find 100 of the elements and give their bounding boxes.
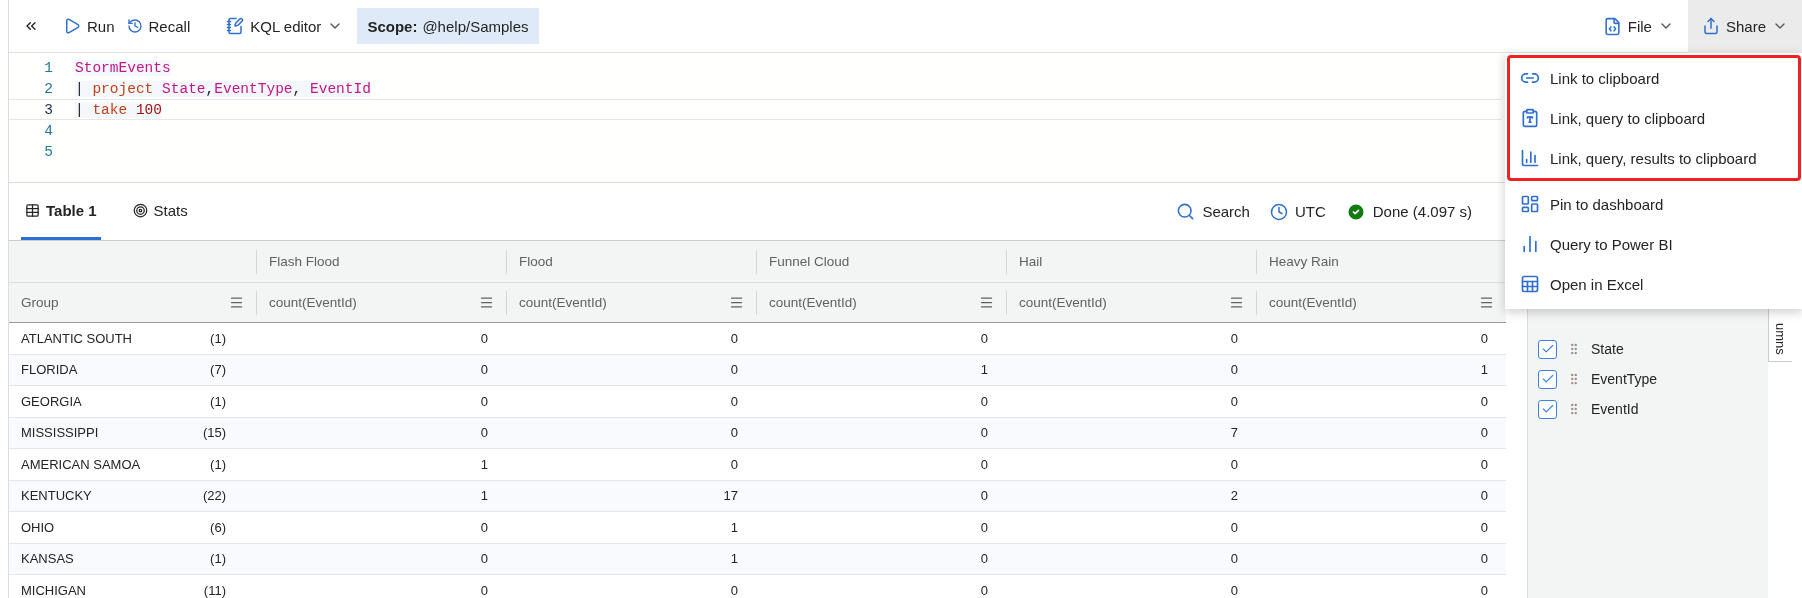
group-count: (6) <box>210 519 226 535</box>
line-number: 4 <box>43 122 53 139</box>
group-count: (7) <box>210 362 226 378</box>
group-name: MISSISSIPPI <box>21 425 99 441</box>
menu-item[interactable]: Pin to dashboard <box>1510 184 1798 224</box>
table-cell: 7 <box>1006 417 1256 449</box>
group-count: (1) <box>210 551 226 567</box>
editor-icon <box>226 17 245 35</box>
group-name: FLORIDA <box>21 362 78 378</box>
share-button[interactable]: Share <box>1687 0 1802 53</box>
column-menu-icon[interactable] <box>979 295 994 310</box>
group-name: OHIO <box>21 519 55 535</box>
column-menu-icon[interactable] <box>729 295 744 310</box>
editor-mode-dropdown[interactable]: KQL editor <box>216 8 354 44</box>
menu-item[interactable]: Link to clipboard <box>1510 58 1798 98</box>
spreadsheet-icon <box>1520 274 1540 294</box>
target-icon <box>132 202 148 218</box>
check-icon <box>1540 402 1555 416</box>
table-cell: 0 <box>1256 543 1506 575</box>
group-name: GEORGIA <box>21 393 82 409</box>
group-count: (1) <box>210 330 226 346</box>
group-name: ATLANTIC SOUTH <box>21 330 132 346</box>
menu-item[interactable]: Link, query to clipboard <box>1510 98 1798 138</box>
share-icon <box>1701 17 1720 35</box>
column-checkbox[interactable] <box>1538 369 1557 389</box>
table-cell: 17 <box>506 480 756 512</box>
table-cell: 2 <box>1006 480 1256 512</box>
clock-icon <box>1269 202 1288 221</box>
table-cell: 0 <box>256 354 506 386</box>
table-cell: 0 <box>756 543 1006 575</box>
group-name: MICHIGAN <box>21 582 86 598</box>
clipboard-icon <box>1520 108 1540 128</box>
column-menu-icon[interactable] <box>479 295 494 310</box>
table-icon <box>25 202 40 218</box>
code-text: | project State,EventType, EventId <box>75 80 371 97</box>
dashboard-icon <box>1520 194 1540 214</box>
header-cell: Heavy Rain <box>1256 241 1506 283</box>
header-cell: Flash Flood <box>256 241 506 283</box>
table-cell: 1 <box>256 480 506 512</box>
column-checkbox[interactable] <box>1538 399 1557 419</box>
table-cell: 0 <box>1006 354 1256 386</box>
table-cell: 0 <box>1006 543 1256 575</box>
table-cell: 1 <box>506 543 756 575</box>
chart-icon <box>1520 148 1540 168</box>
code-text: StormEvents <box>75 59 171 76</box>
header-cell: count(EventId) <box>256 283 506 323</box>
result-tab[interactable]: Stats <box>128 183 192 240</box>
menu-item[interactable]: Open in Excel <box>1510 264 1798 304</box>
group-count: (15) <box>202 425 226 441</box>
group-name: KENTUCKY <box>21 488 92 504</box>
play-icon <box>63 17 81 35</box>
group-count: (22) <box>202 488 226 504</box>
file-code-icon <box>1602 16 1622 36</box>
group-count: (11) <box>203 582 226 598</box>
status-check-icon <box>1345 201 1366 222</box>
code-text: | take 100 <box>75 101 163 118</box>
status-text: Done (4.097 s) <box>1372 203 1472 220</box>
table-cell: 1 <box>1256 354 1506 386</box>
column-label: State <box>1591 341 1624 357</box>
header-cell: Funnel Cloud <box>756 241 1006 283</box>
table-cell: 0 <box>506 354 756 386</box>
group-count: (1) <box>210 456 226 472</box>
scope-label: Scope: <box>367 17 418 35</box>
menu-item[interactable]: Link, query, results to clipboard <box>1510 138 1798 178</box>
header-cell: Flood <box>506 241 756 283</box>
check-icon <box>1540 372 1555 386</box>
header-cell: count(EventId) <box>506 283 756 323</box>
header-cell: count(EventId) <box>1256 283 1506 323</box>
table-cell: 0 <box>256 543 506 575</box>
table-cell: 0 <box>756 417 1006 449</box>
table-cell: 0 <box>756 480 1006 512</box>
header-cell: Group <box>9 283 256 323</box>
header-cell: Hail <box>1006 241 1256 283</box>
column-menu-icon[interactable] <box>1479 295 1494 310</box>
group-name: AMERICAN SAMOA <box>21 456 141 472</box>
column-menu-icon[interactable] <box>1229 295 1244 310</box>
scope-value: @help/Samples <box>422 17 529 35</box>
line-number: 3 <box>43 101 53 118</box>
line-number: 2 <box>43 80 53 97</box>
header-cell: count(EventId) <box>756 283 1006 323</box>
column-menu-icon[interactable] <box>229 295 244 310</box>
table-cell: 0 <box>1256 480 1506 512</box>
column-label: EventId <box>1591 401 1639 417</box>
timezone-button[interactable]: UTC <box>1269 202 1326 221</box>
column-checkbox[interactable] <box>1538 339 1557 359</box>
search-button[interactable]: Search <box>1176 202 1250 221</box>
line-number: 5 <box>43 143 53 160</box>
group-name: KANSAS <box>21 551 74 567</box>
bar-chart-icon <box>1520 234 1540 254</box>
column-label: EventType <box>1591 371 1658 387</box>
history-icon <box>126 18 143 34</box>
header-cell: count(EventId) <box>1006 283 1256 323</box>
table-cell: 0 <box>256 417 506 449</box>
table-cell: 1 <box>756 354 1006 386</box>
table-cell: 0 <box>1256 417 1506 449</box>
line-number: 1 <box>43 59 53 76</box>
table-cell: 0 <box>506 417 756 449</box>
search-icon <box>1176 202 1196 221</box>
menu-item[interactable]: Query to Power BI <box>1510 224 1798 264</box>
file-button[interactable]: File <box>1592 8 1684 44</box>
